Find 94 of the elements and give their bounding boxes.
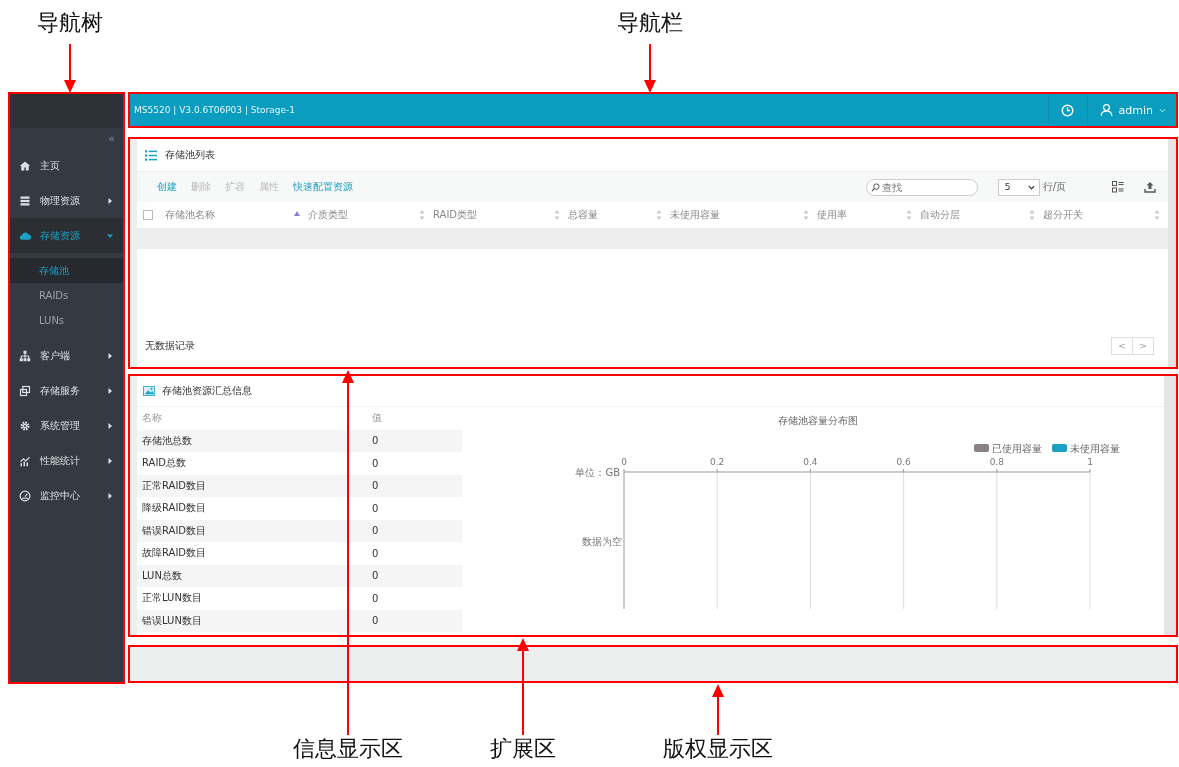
- chart-icon: [19, 454, 31, 467]
- search-icon: [870, 182, 880, 192]
- table-cell-text: 0: [372, 480, 380, 492]
- sidebar-item[interactable]: 系统管理: [10, 408, 123, 443]
- sort-icon[interactable]: [554, 210, 560, 220]
- column-header[interactable]: RAID类型: [433, 208, 478, 222]
- sort-icon[interactable]: [1029, 210, 1035, 220]
- callout-label: 版权显示区: [663, 736, 773, 762]
- home-icon: [19, 159, 31, 172]
- table-cell-text: 正常RAID数目: [142, 478, 208, 493]
- toolbar-link[interactable]: 创建: [157, 180, 177, 194]
- tick-label: 0: [621, 457, 627, 467]
- sidebar-item[interactable]: 客户端: [10, 338, 123, 373]
- sidebar-item[interactable]: 监控中心: [10, 478, 123, 513]
- sort-icon[interactable]: [906, 210, 912, 220]
- callout-label: 信息显示区: [293, 736, 403, 762]
- table-cell-text: RAID总数: [142, 456, 188, 471]
- table-cell-text: LUN总数: [142, 568, 183, 583]
- windows-icon: [19, 384, 31, 397]
- tick-label: 1: [1087, 457, 1093, 467]
- table-cell-text: 0: [372, 435, 380, 447]
- chevron-icon: [1159, 107, 1166, 113]
- table-cell-text: 0: [372, 502, 380, 514]
- sidebar-item[interactable]: 性能统计: [10, 443, 123, 478]
- callout-label: 扩展区: [490, 736, 556, 762]
- search-field[interactable]: 查找: [865, 178, 978, 196]
- tick-label: 0.2: [710, 457, 725, 467]
- table-cell-text: 正常LUN数目: [142, 591, 203, 606]
- tick-label: 0.4: [803, 457, 818, 467]
- collapse-button[interactable]: «: [108, 131, 115, 145]
- sort-icon[interactable]: [419, 210, 425, 220]
- column-header[interactable]: 超分开关: [1043, 208, 1083, 222]
- sidebar-item[interactable]: 存储资源: [10, 218, 123, 253]
- column-header[interactable]: 使用率: [817, 208, 847, 222]
- sidebar-item[interactable]: 物理资源: [10, 183, 123, 218]
- tick-label: 0.6: [896, 457, 911, 467]
- legend-label: 已使用容量: [992, 443, 1042, 454]
- table-cell-text: 0: [372, 525, 380, 537]
- sidebar-subitem[interactable]: RAIDs: [10, 283, 123, 308]
- gear-icon: [19, 419, 31, 432]
- page-size-label: 行/页: [1042, 180, 1066, 194]
- cloud-icon: [19, 229, 31, 242]
- table-cell-text: 0: [372, 457, 380, 469]
- legend-label: 未使用容量: [1070, 443, 1120, 454]
- tick-label: 0.8: [989, 457, 1004, 467]
- table-cell-text: 0: [372, 570, 380, 582]
- list-icon: [145, 149, 157, 161]
- column-header: 名称: [142, 411, 163, 426]
- category-label: 数据为空: [582, 535, 622, 547]
- product-title: MS5520 | V3.0.6T06P03 | Storage-1: [133, 105, 296, 115]
- sort-icon[interactable]: [656, 210, 662, 220]
- table-cell-text: 故障RAID数目: [142, 546, 208, 561]
- user-icon: [1099, 103, 1113, 117]
- column-header[interactable]: 总容量: [568, 208, 598, 222]
- sort-icon[interactable]: [803, 210, 809, 220]
- columns-icon[interactable]: [1112, 181, 1124, 193]
- panel-title: 存储池列表: [165, 148, 215, 162]
- sidebar-subitem[interactable]: LUNs: [10, 308, 123, 333]
- server-icon: [19, 194, 31, 207]
- sidebar-item[interactable]: 存储服务: [10, 373, 123, 408]
- table-cell-text: 错误RAID数目: [142, 523, 208, 538]
- table-cell-text: 0: [372, 547, 380, 559]
- callout-label: 导航树: [37, 10, 103, 36]
- axis-unit-label: 单位：GB: [575, 467, 620, 478]
- upload-icon[interactable]: [1144, 181, 1156, 193]
- chart-title: 存储池容量分布图: [778, 415, 858, 426]
- page-size-select[interactable]: 5: [997, 178, 1040, 196]
- sidebar-subitem[interactable]: 存储池: [10, 258, 123, 283]
- gauge-icon: [19, 489, 31, 502]
- table-cell-text: 存储池总数: [142, 433, 193, 448]
- dropdown-icon: [1027, 184, 1035, 190]
- sidebar-item[interactable]: 主页: [10, 148, 123, 183]
- callout-arrow: [712, 684, 724, 736]
- table-cell-text: 0: [372, 592, 380, 604]
- pager-button[interactable]: >: [1132, 338, 1153, 354]
- column-header[interactable]: 自动分层: [920, 208, 960, 222]
- column-header: 值: [372, 411, 383, 426]
- table-cell-text: 错误LUN数目: [142, 613, 203, 628]
- table-cell-text: 降级RAID数目: [142, 501, 208, 516]
- clock-icon[interactable]: [1061, 103, 1075, 117]
- panel-title: 存储池资源汇总信息: [162, 384, 252, 398]
- column-header[interactable]: 未使用容量: [670, 208, 720, 222]
- picture-icon: [143, 386, 155, 396]
- column-header[interactable]: 介质类型: [308, 208, 348, 222]
- table-cell-text: 0: [372, 615, 380, 627]
- header-checkbox[interactable]: [143, 210, 153, 220]
- callout-label: 导航栏: [617, 10, 683, 36]
- pager-button[interactable]: <: [1112, 338, 1132, 354]
- toolbar-link[interactable]: 快速配置资源: [293, 180, 353, 194]
- empty-message: 无数据记录: [145, 339, 196, 353]
- column-header[interactable]: 存储池名称: [165, 208, 215, 222]
- sort-icon[interactable]: [1154, 210, 1160, 220]
- sitemap-icon: [19, 349, 31, 362]
- user-menu[interactable]: admin: [1087, 94, 1176, 126]
